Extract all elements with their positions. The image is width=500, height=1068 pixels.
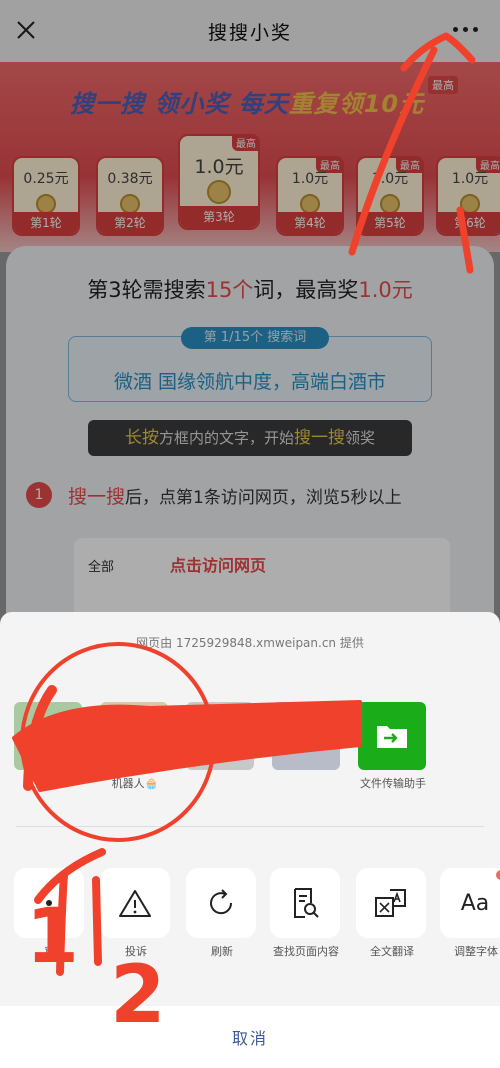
contact-item[interactable] (272, 702, 342, 776)
avatar (14, 702, 82, 770)
page-provider-text: 网页由 1725929848.xmweipan.cn 提供 (136, 636, 364, 650)
font-size-icon: Aa (440, 868, 500, 938)
refresh-button[interactable]: 刷新 (186, 868, 258, 960)
new-badge-dot (496, 870, 500, 880)
contact-item[interactable]: 机器人🧁 (100, 702, 170, 792)
floating-window-icon (14, 868, 84, 938)
adjust-font-button[interactable]: Aa 调整字体 (440, 868, 500, 960)
avatar (272, 702, 340, 770)
translate-button[interactable]: 全文翻译 (356, 868, 428, 960)
refresh-icon (186, 868, 256, 938)
share-actions-row: 窗 投诉 刷新 查找页面内容 全文翻译 Aa 调整字体 (0, 868, 500, 988)
contact-item[interactable] (14, 702, 84, 776)
avatar (186, 702, 254, 770)
share-sheet: 网页由 1725929848.xmweipan.cn 提供 机器人🧁 文件传输助… (0, 612, 500, 1068)
warning-icon (100, 868, 170, 938)
translate-icon (356, 868, 426, 938)
share-contacts-row: 机器人🧁 文件传输助手 (0, 702, 500, 812)
find-in-page-icon (270, 868, 340, 938)
file-transfer-contact[interactable]: 文件传输助手 (358, 702, 428, 792)
cancel-button[interactable]: 取消 (0, 1006, 500, 1068)
find-in-page-button[interactable]: 查找页面内容 (270, 868, 342, 960)
complain-button[interactable]: 投诉 (100, 868, 172, 960)
avatar (100, 702, 168, 770)
divider (16, 826, 484, 827)
contact-item[interactable] (186, 702, 256, 776)
floating-window-button[interactable]: 窗 (14, 868, 86, 960)
folder-transfer-icon (358, 702, 426, 770)
